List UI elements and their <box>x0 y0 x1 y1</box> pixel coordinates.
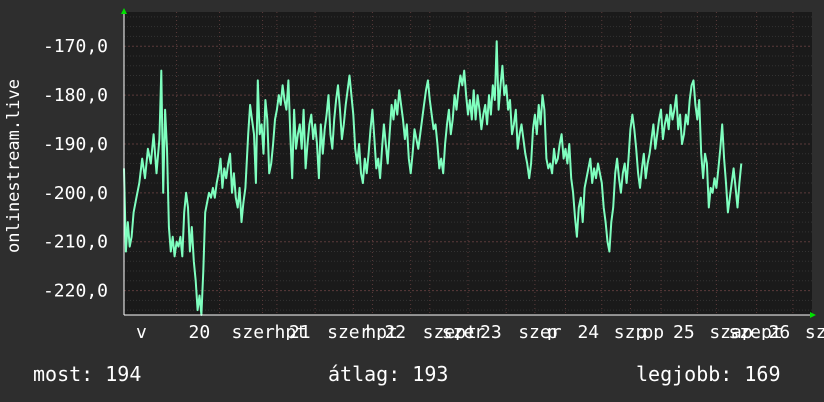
x-tick-label: 25 <box>673 322 695 340</box>
x-axis-arrow <box>810 312 816 318</box>
x-tick-label: 21 <box>289 322 311 340</box>
x-tick-label: szp <box>614 322 647 340</box>
x-tick-label: 23 <box>480 322 502 340</box>
stat-best: legjobb: 169 <box>636 362 781 386</box>
x-tick-label: szer <box>327 322 371 340</box>
y-tick-label: -220,0 <box>43 281 108 302</box>
y-tick-label: -170,0 <box>43 36 108 57</box>
x-tick-label: sz <box>805 322 824 340</box>
x-tick-label: 26 <box>769 322 791 340</box>
y-axis-arrow <box>121 8 127 14</box>
x-tick-label: v <box>136 322 147 340</box>
y-tick-label: -180,0 <box>43 85 108 106</box>
y-tick-label: -200,0 <box>43 183 108 204</box>
x-tick-label: 24 <box>577 322 599 340</box>
chart: -220,0 -210,0 -200,0 -190,0 -180,0 -170,0 v 20… <box>4 8 824 340</box>
stat-average: átlag: 193 <box>328 362 449 386</box>
y-axis-label: onlinestream.live <box>4 79 24 253</box>
x-tick-label: 20 <box>189 322 211 340</box>
x-axis-ticks: v 20 szer hpt21 szerhpt22 szeptszer23 szerp 24 s… <box>136 322 824 340</box>
y-tick-label: -210,0 <box>43 232 108 253</box>
y-axis-ticks: -220,0 -210,0 -200,0 -190,0 -180,0 -170,0 <box>43 36 108 301</box>
x-tick-label: szer <box>232 322 276 340</box>
x-tick-label: szer <box>442 322 486 340</box>
x-tick-label: pp <box>642 322 664 340</box>
y-tick-label: -190,0 <box>43 134 108 155</box>
stat-now: most: 194 <box>33 362 142 386</box>
x-tick-label: p <box>547 322 558 340</box>
x-tick-label: 22 <box>384 322 406 340</box>
